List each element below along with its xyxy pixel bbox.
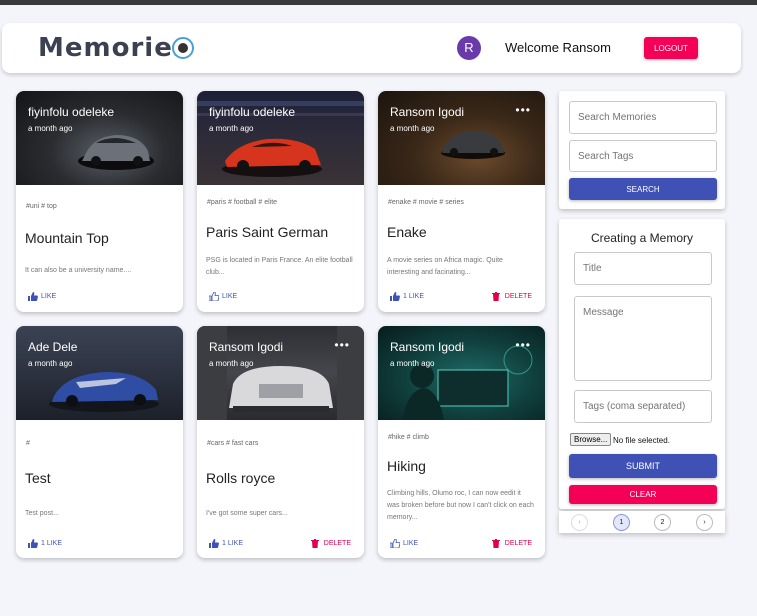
post-title: Rolls royce — [206, 470, 276, 486]
page-button-1[interactable]: 1 — [613, 514, 630, 531]
post-image: Ransom Igodi a month ago ••• — [197, 326, 364, 420]
search-tags-input[interactable] — [569, 140, 717, 172]
post-card[interactable]: fiyinfolu odeleke a month ago #uni # top… — [16, 91, 183, 312]
trash-icon — [310, 539, 319, 548]
like-button[interactable]: LIKE — [28, 292, 56, 301]
post-time: a month ago — [28, 124, 73, 133]
like-label: 1 LIKE — [222, 540, 244, 547]
like-label: 1 LIKE — [41, 540, 63, 547]
next-page-button[interactable]: › — [696, 514, 713, 531]
search-button[interactable]: SEARCH — [569, 178, 717, 200]
post-message: PSG is located in Paris France. An elite… — [206, 257, 353, 276]
logout-button[interactable]: LOGOUT — [644, 37, 698, 59]
trash-icon — [491, 539, 500, 548]
post-image: Ransom Igodi a month ago ••• — [378, 91, 545, 185]
post-tags: #cars # fast cars — [207, 440, 259, 447]
post-tags: #enake # movie # series — [388, 199, 464, 206]
like-label: LIKE — [222, 293, 238, 300]
post-author: fiyinfolu odeleke — [28, 105, 115, 119]
browse-file-button[interactable]: Browse... — [570, 433, 612, 446]
post-message: Climbing hills, Olumo roc, I can now eed… — [387, 490, 534, 521]
post-author: Ransom Igodi — [390, 105, 465, 119]
post-time: a month ago — [209, 359, 254, 368]
post-card[interactable]: Ransom Igodi a month ago ••• #enake # mo… — [378, 91, 545, 312]
post-image: Ade Dele a month ago — [16, 326, 183, 420]
app-bar: Memories R Welcome Ransom LOGOUT — [2, 23, 741, 73]
like-button[interactable]: 1 LIKE — [209, 539, 243, 548]
pagination: ‹ 1 2 › — [559, 511, 725, 533]
window-top-bar — [0, 0, 757, 5]
like-label: 1 LIKE — [403, 293, 425, 300]
welcome-text: Welcome Ransom — [505, 40, 611, 55]
thumb-up-icon — [209, 292, 219, 301]
delete-label: DELETE — [323, 540, 351, 547]
post-time: a month ago — [390, 359, 435, 368]
post-title: Enake — [387, 224, 427, 240]
thumb-up-icon — [28, 292, 38, 301]
post-tags: #paris # football # elite — [207, 199, 278, 206]
post-card[interactable]: Ade Dele a month ago # Test Test post...… — [16, 326, 183, 558]
post-title: Paris Saint German — [206, 224, 329, 240]
like-button[interactable]: LIKE — [209, 292, 237, 301]
post-time: a month ago — [390, 124, 435, 133]
tags-input[interactable] — [574, 390, 712, 423]
post-message: It can also be a university name.... — [25, 267, 132, 274]
clear-button[interactable]: CLEAR — [569, 485, 717, 504]
file-status: No file selected. — [613, 436, 670, 445]
thumb-up-icon — [209, 539, 219, 548]
post-tags: # — [26, 440, 30, 447]
post-image: fiyinfolu odeleke a month ago — [16, 91, 183, 185]
thumb-up-icon — [390, 292, 400, 301]
avatar[interactable]: R — [457, 36, 481, 60]
post-title: Mountain Top — [25, 230, 109, 246]
post-card[interactable]: fiyinfolu odeleke a month ago #paris # f… — [197, 91, 364, 312]
form-title: Creating a Memory — [590, 231, 694, 245]
more-options-icon[interactable]: ••• — [515, 103, 531, 117]
submit-button[interactable]: SUBMIT — [569, 454, 717, 478]
prev-page-button[interactable]: ‹ — [571, 514, 588, 531]
like-label: LIKE — [41, 293, 57, 300]
title-input[interactable] — [574, 252, 712, 285]
search-memories-input[interactable] — [569, 101, 717, 134]
memories-logo-icon — [172, 37, 194, 59]
delete-button[interactable]: DELETE — [491, 539, 532, 548]
trash-icon — [491, 292, 500, 301]
post-message: A movie series on Africa magic. Quite in… — [387, 257, 503, 276]
post-title: Hiking — [387, 458, 426, 474]
more-options-icon[interactable]: ••• — [334, 338, 350, 352]
post-card[interactable]: Ransom Igodi a month ago ••• #hike # cli… — [378, 326, 545, 558]
post-tags: #hike # climb — [388, 434, 429, 441]
like-button[interactable]: 1 LIKE — [28, 539, 62, 548]
post-message: I've got some super cars... — [206, 510, 288, 517]
create-memory-form: Creating a Memory Browse... No file sele… — [559, 219, 725, 509]
post-message: Test post... — [25, 510, 59, 517]
page-button-2[interactable]: 2 — [654, 514, 671, 531]
post-author: Ade Dele — [28, 340, 78, 354]
message-input[interactable] — [574, 296, 712, 381]
delete-label: DELETE — [504, 540, 532, 547]
post-image: Ransom Igodi a month ago ••• — [378, 326, 545, 420]
post-author: Ransom Igodi — [209, 340, 284, 354]
post-card[interactable]: Ransom Igodi a month ago ••• #cars # fas… — [197, 326, 364, 558]
like-button[interactable]: 1 LIKE — [390, 292, 424, 301]
post-time: a month ago — [209, 124, 254, 133]
thumb-up-icon — [390, 539, 400, 548]
post-title: Test — [25, 470, 51, 486]
post-tags: #uni # top — [26, 203, 57, 210]
like-label: LIKE — [403, 540, 419, 547]
post-time: a month ago — [28, 359, 73, 368]
post-author: fiyinfolu odeleke — [209, 105, 296, 119]
post-author: Ransom Igodi — [390, 340, 465, 354]
delete-label: DELETE — [504, 293, 532, 300]
delete-button[interactable]: DELETE — [310, 539, 351, 548]
search-panel: SEARCH — [559, 91, 725, 209]
like-button[interactable]: LIKE — [390, 539, 418, 548]
thumb-up-icon — [28, 539, 38, 548]
more-options-icon[interactable]: ••• — [515, 338, 531, 352]
brand-title[interactable]: Memories — [38, 33, 189, 63]
post-image: fiyinfolu odeleke a month ago — [197, 91, 364, 185]
delete-button[interactable]: DELETE — [491, 292, 532, 301]
